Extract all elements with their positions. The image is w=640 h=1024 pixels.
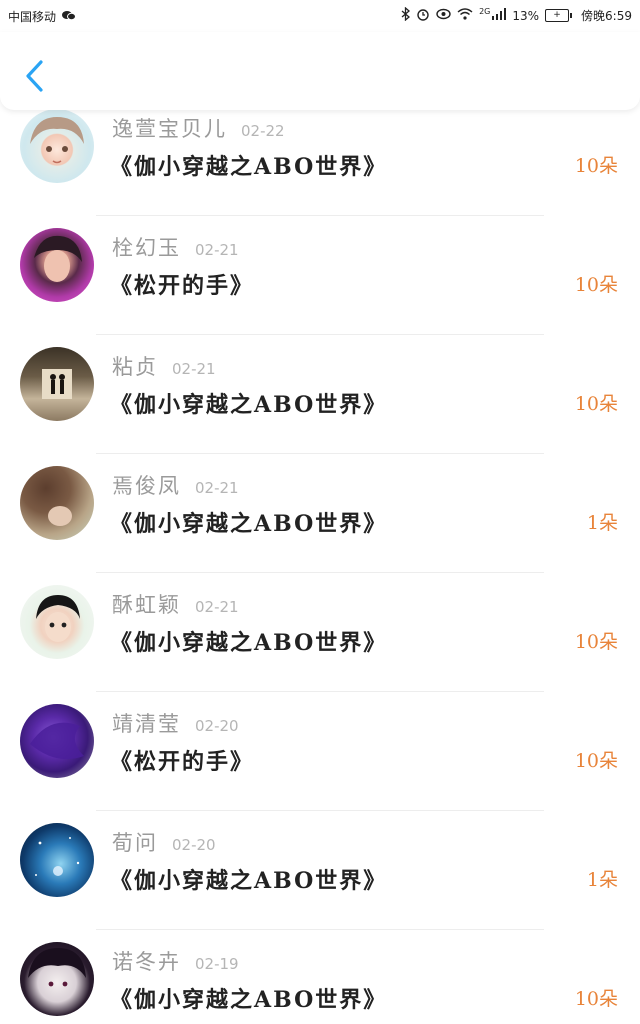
list-item[interactable]: 靖清莹 02-20 《松开的手》 10朵 bbox=[0, 694, 640, 813]
gift-date: 02-21 bbox=[172, 360, 216, 378]
flower-count: 1朵 bbox=[586, 512, 618, 534]
book-title[interactable]: 《松开的手》 bbox=[110, 268, 254, 300]
list-item[interactable]: 栓幻玉 02-21 《松开的手》 10朵 bbox=[0, 218, 640, 337]
gift-meta: 粘贞 02-21 bbox=[112, 351, 216, 381]
list-item[interactable]: 诺冬卉 02-19 《伽小穿越之ABO世界》 10朵 bbox=[0, 932, 640, 1024]
gift-meta: 靖清莹 02-20 bbox=[112, 708, 239, 738]
book-title[interactable]: 《伽小穿越之ABO世界》 bbox=[110, 387, 387, 419]
list-item[interactable]: 荀问 02-20 《伽小穿越之ABO世界》 1朵 bbox=[0, 813, 640, 932]
divider bbox=[96, 215, 544, 216]
divider bbox=[96, 453, 544, 454]
flower-count: 1朵 bbox=[586, 869, 618, 891]
battery-icon: + bbox=[545, 9, 573, 22]
gift-date: 02-21 bbox=[195, 479, 239, 497]
avatar[interactable] bbox=[20, 823, 94, 897]
wifi-icon bbox=[457, 8, 473, 23]
gift-meta: 诺冬卉 02-19 bbox=[112, 946, 239, 976]
book-title[interactable]: 《伽小穿越之ABO世界》 bbox=[110, 506, 387, 538]
divider bbox=[96, 929, 544, 930]
book-title[interactable]: 《伽小穿越之ABO世界》 bbox=[110, 149, 387, 181]
status-bar: 中国移动 2G 13% + 傍晚6:59 bbox=[0, 0, 640, 32]
back-button[interactable] bbox=[18, 56, 50, 96]
sender-name[interactable]: 逸萱宝贝儿 bbox=[112, 113, 227, 143]
list-item[interactable]: 焉俊凤 02-21 《伽小穿越之ABO世界》 1朵 bbox=[0, 456, 640, 575]
status-right: 2G 13% + 傍晚6:59 bbox=[401, 6, 632, 24]
book-title[interactable]: 《伽小穿越之ABO世界》 bbox=[110, 625, 387, 657]
sender-name[interactable]: 粘贞 bbox=[112, 351, 158, 381]
signal-icon bbox=[492, 8, 507, 23]
gift-date: 02-21 bbox=[195, 598, 239, 616]
gift-date: 02-21 bbox=[195, 241, 239, 259]
book-title[interactable]: 《伽小穿越之ABO世界》 bbox=[110, 982, 387, 1014]
chevron-left-icon bbox=[26, 60, 43, 92]
flower-count: 10朵 bbox=[574, 631, 618, 653]
list-item[interactable]: 粘贞 02-21 《伽小穿越之ABO世界》 10朵 bbox=[0, 337, 640, 456]
flower-count: 10朵 bbox=[574, 988, 618, 1010]
gift-date: 02-20 bbox=[172, 836, 216, 854]
sender-name[interactable]: 靖清莹 bbox=[112, 708, 181, 738]
avatar[interactable] bbox=[20, 228, 94, 302]
network-type: 2G bbox=[479, 7, 491, 16]
list-item[interactable]: 逸萱宝贝儿 02-22 《伽小穿越之ABO世界》 10朵 bbox=[0, 110, 640, 218]
flower-count: 10朵 bbox=[574, 750, 618, 772]
gift-meta: 酥虹颖 02-21 bbox=[112, 589, 239, 619]
avatar[interactable] bbox=[20, 585, 94, 659]
eye-icon bbox=[436, 8, 451, 23]
bluetooth-icon bbox=[401, 6, 411, 24]
avatar[interactable] bbox=[20, 942, 94, 1016]
divider bbox=[96, 810, 544, 811]
flower-count: 10朵 bbox=[574, 155, 618, 177]
gift-meta: 荀问 02-20 bbox=[112, 827, 216, 857]
gift-date: 02-20 bbox=[195, 717, 239, 735]
carrier-label: 中国移动 bbox=[8, 10, 57, 24]
sender-name[interactable]: 焉俊凤 bbox=[112, 470, 181, 500]
status-left: 中国移动 bbox=[8, 8, 77, 25]
wechat-icon bbox=[62, 10, 77, 24]
avatar[interactable] bbox=[20, 466, 94, 540]
gift-meta: 逸萱宝贝儿 02-22 bbox=[112, 113, 285, 143]
avatar[interactable] bbox=[20, 347, 94, 421]
battery-percent: 13% bbox=[512, 8, 540, 23]
gift-list: 逸萱宝贝儿 02-22 《伽小穿越之ABO世界》 10朵 栓幻玉 02-21 《… bbox=[0, 110, 640, 1024]
clock: 傍晚6:59 bbox=[581, 9, 632, 23]
list-item[interactable]: 酥虹颖 02-21 《伽小穿越之ABO世界》 10朵 bbox=[0, 575, 640, 694]
gift-meta: 栓幻玉 02-21 bbox=[112, 232, 239, 262]
sender-name[interactable]: 荀问 bbox=[112, 827, 158, 857]
sender-name[interactable]: 栓幻玉 bbox=[112, 232, 181, 262]
book-title[interactable]: 《松开的手》 bbox=[110, 744, 254, 776]
divider bbox=[96, 572, 544, 573]
book-title[interactable]: 《伽小穿越之ABO世界》 bbox=[110, 863, 387, 895]
avatar[interactable] bbox=[20, 704, 94, 778]
gift-meta: 焉俊凤 02-21 bbox=[112, 470, 239, 500]
gift-date: 02-19 bbox=[195, 955, 239, 973]
sender-name[interactable]: 诺冬卉 bbox=[112, 946, 181, 976]
alarm-icon bbox=[416, 7, 430, 24]
divider bbox=[96, 334, 544, 335]
sender-name[interactable]: 酥虹颖 bbox=[112, 589, 181, 619]
flower-count: 10朵 bbox=[574, 393, 618, 415]
gift-date: 02-22 bbox=[241, 122, 285, 140]
header bbox=[0, 32, 640, 110]
divider bbox=[96, 691, 544, 692]
avatar[interactable] bbox=[20, 110, 94, 183]
flower-count: 10朵 bbox=[574, 274, 618, 296]
